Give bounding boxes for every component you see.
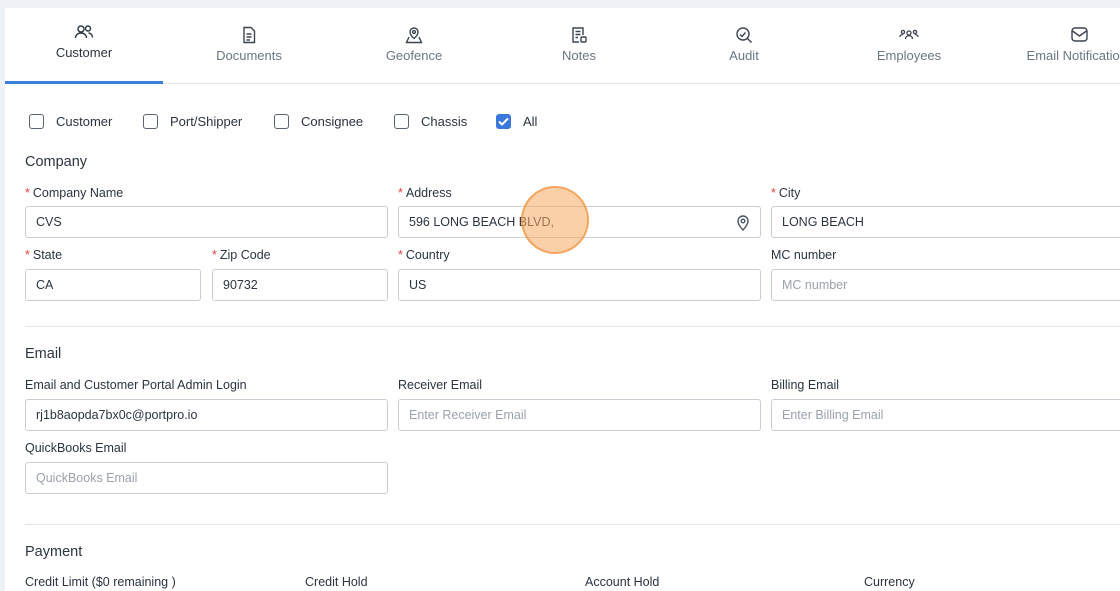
checkbox-box-checked[interactable] bbox=[496, 114, 511, 129]
state-input[interactable]: CA bbox=[25, 269, 201, 301]
checkbox-all[interactable]: All bbox=[496, 114, 537, 129]
address-label: * Address bbox=[398, 186, 452, 200]
currency-label: Currency bbox=[864, 575, 915, 589]
company-name-label: * Company Name bbox=[25, 186, 124, 200]
checkbox-label: Port/Shipper bbox=[170, 114, 243, 129]
customer-profile-panel: Customer Documents Geofence Notes Audit … bbox=[5, 8, 1120, 591]
checkbox-label: All bbox=[523, 114, 538, 129]
required-mark: * bbox=[398, 186, 403, 200]
required-mark: * bbox=[771, 186, 776, 200]
checkbox-box[interactable] bbox=[143, 114, 158, 129]
tab-label: Geofence bbox=[385, 48, 443, 63]
country-input[interactable]: US bbox=[398, 269, 761, 301]
tab-label: Documents bbox=[216, 48, 282, 63]
zip-code-input[interactable]: 90732 bbox=[212, 269, 388, 301]
required-mark: * bbox=[25, 248, 30, 262]
admin-login-email-label: Email and Customer Portal Admin Login bbox=[25, 378, 247, 392]
tab-audit[interactable]: Audit bbox=[668, 8, 820, 83]
section-divider bbox=[25, 524, 1120, 525]
tab-label: Notes bbox=[562, 48, 596, 63]
checkbox-consignee[interactable]: Consignee bbox=[274, 114, 363, 129]
notes-icon bbox=[570, 25, 588, 45]
required-mark: * bbox=[398, 248, 403, 262]
tab-notes[interactable]: Notes bbox=[503, 8, 655, 83]
tab-label: Employees bbox=[876, 48, 942, 63]
city-label: * City bbox=[771, 186, 801, 200]
section-divider bbox=[25, 326, 1120, 327]
checkbox-label: Chassis bbox=[421, 114, 468, 129]
city-input[interactable]: LONG BEACH bbox=[771, 206, 1120, 238]
checkbox-box[interactable] bbox=[29, 114, 44, 129]
click-indicator bbox=[521, 186, 589, 254]
mc-number-input[interactable]: MC number bbox=[771, 269, 1120, 301]
billing-email-input[interactable]: Enter Billing Email bbox=[771, 399, 1120, 431]
required-mark: * bbox=[212, 248, 217, 262]
checkbox-customer[interactable]: Customer bbox=[29, 114, 112, 129]
geofence-icon bbox=[405, 25, 423, 45]
email-section-title: Email bbox=[25, 346, 62, 362]
billing-email-label: Billing Email bbox=[771, 378, 840, 392]
mc-number-label: MC number bbox=[771, 248, 837, 262]
document-icon bbox=[241, 25, 257, 45]
receiver-email-label: Receiver Email bbox=[398, 378, 483, 392]
tab-label: Email Notifications bbox=[1026, 48, 1120, 63]
quickbooks-email-label: QuickBooks Email bbox=[25, 441, 127, 455]
email-notification-icon bbox=[1070, 25, 1090, 45]
state-label: * State bbox=[25, 248, 63, 262]
admin-login-email-input[interactable]: rj1b8aopda7bx0c@portpro.io bbox=[25, 399, 388, 431]
company-section-title: Company bbox=[25, 154, 88, 170]
audit-icon bbox=[735, 25, 753, 45]
required-mark: * bbox=[25, 186, 30, 200]
checkbox-box[interactable] bbox=[274, 114, 289, 129]
credit-hold-label: Credit Hold bbox=[305, 575, 368, 589]
payment-section-title: Payment bbox=[25, 544, 83, 560]
users-icon bbox=[74, 22, 94, 42]
tab-label: Customer bbox=[55, 45, 113, 60]
account-hold-label: Account Hold bbox=[585, 575, 660, 589]
tab-email-notifications[interactable]: Email Notifications bbox=[1005, 8, 1120, 83]
location-pin-icon[interactable] bbox=[736, 215, 750, 231]
receiver-email-input[interactable]: Enter Receiver Email bbox=[398, 399, 761, 431]
quickbooks-email-input[interactable]: QuickBooks Email bbox=[25, 462, 388, 494]
checkbox-box[interactable] bbox=[394, 114, 409, 129]
tab-employees[interactable]: Employees bbox=[833, 8, 985, 83]
tab-documents[interactable]: Documents bbox=[173, 8, 325, 83]
tab-geofence[interactable]: Geofence bbox=[338, 8, 490, 83]
tab-customer[interactable]: Customer bbox=[5, 8, 163, 84]
country-label: * Country bbox=[398, 248, 450, 262]
tab-bar: Customer Documents Geofence Notes Audit … bbox=[5, 8, 1120, 84]
checkbox-port-shipper[interactable]: Port/Shipper bbox=[143, 114, 242, 129]
company-name-input[interactable]: CVS bbox=[25, 206, 388, 238]
zip-code-label: * Zip Code bbox=[212, 248, 271, 262]
checkbox-label: Customer bbox=[56, 114, 113, 129]
credit-limit-label: Credit Limit ($0 remaining ) bbox=[25, 575, 176, 589]
tab-label: Audit bbox=[729, 48, 759, 63]
checkbox-label: Consignee bbox=[301, 114, 364, 129]
checkbox-chassis[interactable]: Chassis bbox=[394, 114, 467, 129]
employees-icon bbox=[899, 25, 919, 45]
